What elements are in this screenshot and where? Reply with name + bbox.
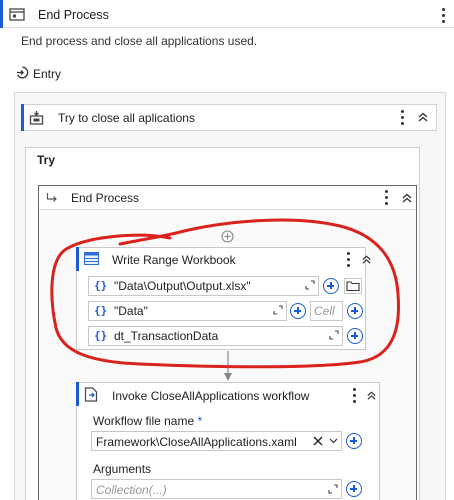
invoke-workflow-icon — [84, 387, 98, 402]
required-mark: * — [197, 414, 203, 428]
more-options-icon[interactable] — [353, 388, 357, 404]
arguments-label: Arguments — [93, 462, 152, 476]
workflow-file-value: Framework\CloseAllApplications.xaml — [96, 435, 297, 449]
arguments-placeholder: Collection(...) — [96, 483, 167, 497]
workflow-file-label-text: Workflow file name — [93, 414, 195, 428]
collapse-icon[interactable] — [366, 390, 377, 401]
expand-editor-icon[interactable] — [328, 484, 338, 494]
add-variable-icon[interactable] — [346, 481, 362, 497]
invoke-workflow-title: Invoke CloseAllApplications workflow — [112, 389, 310, 403]
workflow-file-label: Workflow file name * — [93, 414, 202, 428]
chevron-down-icon[interactable] — [329, 438, 338, 444]
add-variable-icon[interactable] — [346, 433, 362, 449]
clear-icon[interactable] — [313, 436, 323, 446]
selection-bar — [76, 382, 79, 406]
